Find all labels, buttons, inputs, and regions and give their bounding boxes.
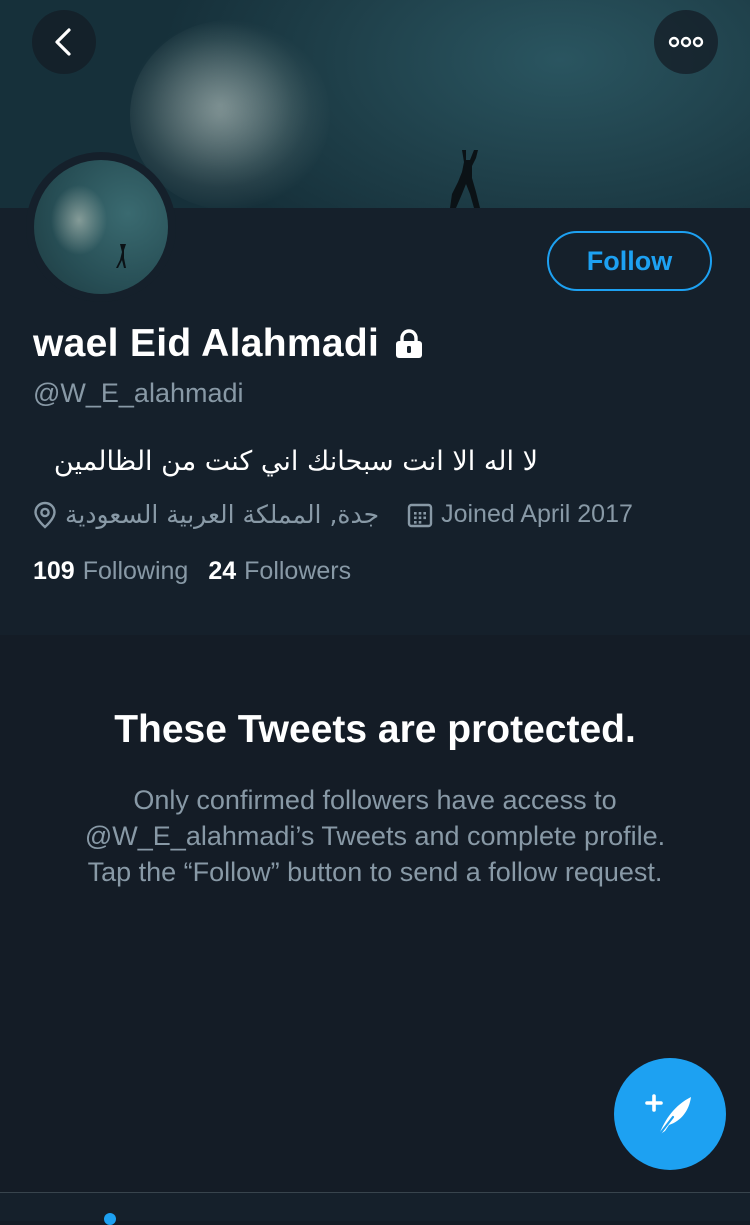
protected-title: These Tweets are protected. [114, 708, 636, 751]
calendar-icon [407, 503, 433, 527]
followers-stat[interactable]: 24 Followers [208, 557, 351, 586]
lock-icon [396, 329, 423, 358]
bottom-tab-bar [0, 1192, 750, 1225]
followers-count: 24 [208, 557, 237, 585]
back-button[interactable] [32, 10, 96, 74]
avatar-image [34, 160, 168, 294]
chevron-left-icon [55, 28, 71, 56]
display-name-text: wael Eid Alahmadi [33, 322, 380, 365]
profile-bio: لا اله الا انت سبحانك اني كنت من الظالمي… [53, 446, 538, 477]
compose-tweet-icon [645, 1094, 691, 1137]
protected-message: Only confirmed followers have access to … [84, 785, 666, 887]
display-name: wael Eid Alahmadi [33, 322, 425, 366]
following-count: 109 [33, 557, 75, 585]
following-label: Following [82, 557, 189, 585]
profile-location: جدة, المملكة العربية السعودية [33, 500, 379, 529]
compose-tweet-button[interactable] [614, 1058, 726, 1170]
followers-label: Followers [244, 557, 352, 585]
follow-button[interactable]: Follow [547, 231, 712, 291]
banner-diver [450, 150, 480, 208]
following-stat[interactable]: 109 Following [33, 557, 188, 586]
profile-stats: 109 Following 24 Followers [33, 557, 351, 586]
profile-handle: @W_E_alahmadi [33, 378, 244, 408]
avatar[interactable] [26, 152, 176, 302]
location-pin-icon [34, 501, 56, 529]
tab-indicator-dot [104, 1213, 116, 1225]
more-dots-icon [668, 36, 704, 48]
joined-text: Joined April 2017 [441, 500, 633, 528]
profile-joined: Joined April 2017 [407, 500, 633, 529]
location-text: جدة, المملكة العربية السعودية [65, 500, 380, 529]
more-options-button[interactable] [654, 10, 718, 74]
profile-meta: جدة, المملكة العربية السعودية Joined Apr… [33, 500, 633, 529]
